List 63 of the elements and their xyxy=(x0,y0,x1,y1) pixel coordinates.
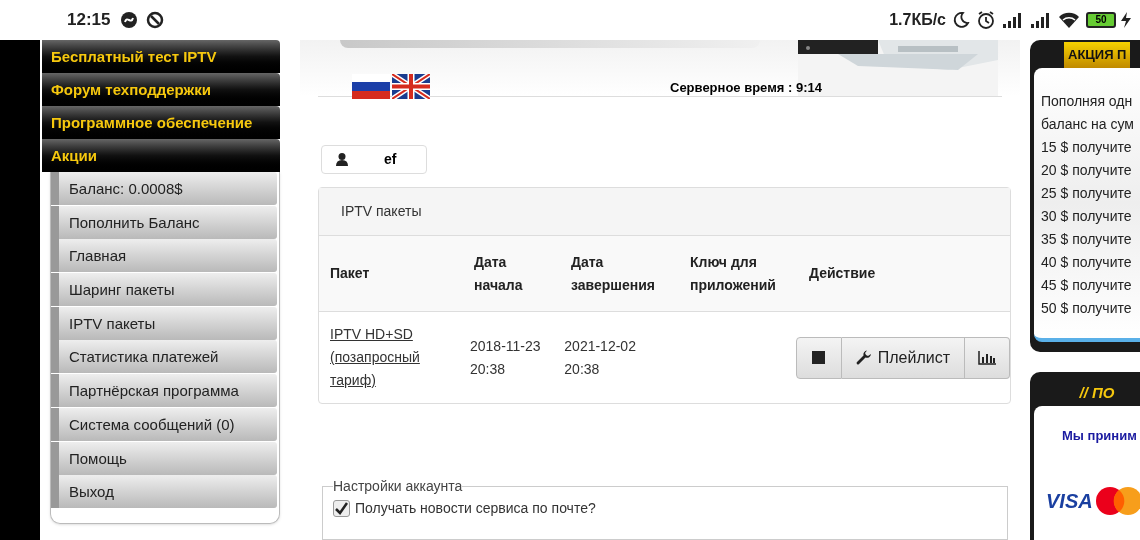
column-header: Дата завершения xyxy=(571,252,656,295)
wrench-icon xyxy=(855,349,872,366)
fieldset-legend: Настройки аккаунта xyxy=(333,476,463,497)
menu-link[interactable]: IPTV пакеты xyxy=(51,306,277,340)
british-flag-icon xyxy=(392,74,430,99)
notification-icon xyxy=(120,11,139,29)
menu-link[interactable]: Бесплатный тест IPTV xyxy=(42,40,280,73)
promo-text: 35 $ получите xyxy=(1041,230,1133,249)
promo-text: 25 $ получите xyxy=(1041,184,1133,203)
promo-text: 20 $ получите xyxy=(1041,161,1133,180)
stop-icon xyxy=(812,351,826,364)
bar-chart-icon xyxy=(978,350,996,365)
promo-text: 30 $ получите xyxy=(1041,207,1133,226)
menu-link[interactable]: Пополнить Баланс xyxy=(51,205,277,239)
table-cell-text: 2021-12-02 20:38 xyxy=(564,336,637,379)
promo-text: 15 $ получите xyxy=(1041,138,1133,157)
menu-link[interactable]: Форум техподдержки xyxy=(42,73,280,106)
stop-button[interactable] xyxy=(795,336,842,379)
promo-text: 50 $ получите xyxy=(1041,299,1133,318)
moon-icon xyxy=(952,11,970,29)
column-header: Ключ для приложений xyxy=(690,252,777,295)
payments-text: Мы приним xyxy=(1062,427,1138,445)
server-time: Серверное время : 9:14 xyxy=(670,79,822,97)
status-time: 12:15 xyxy=(67,9,111,32)
checkbox[interactable] xyxy=(333,500,350,517)
visa-logo: VISA xyxy=(1046,488,1093,514)
signal-icon xyxy=(1002,12,1024,28)
battery-indicator: 50 xyxy=(1086,12,1116,28)
menu-link[interactable]: Статистика платежей xyxy=(51,340,277,374)
check-icon xyxy=(335,502,348,515)
payments-title: // ПО xyxy=(1079,383,1115,403)
blocked-icon xyxy=(146,11,165,29)
checkbox-label: Получать новости сервиса по почте? xyxy=(355,499,596,518)
promo-text: 40 $ получите xyxy=(1041,253,1133,272)
alarm-icon xyxy=(976,10,996,30)
menu-link[interactable]: Программное обеспечение xyxy=(42,106,280,139)
mastercard-icon xyxy=(1094,485,1140,516)
table-cell-text: 2018-11-23 20:38 xyxy=(470,336,542,379)
charging-icon xyxy=(1120,11,1132,29)
promo-title: АКЦИЯ П xyxy=(1064,42,1131,68)
network-speed: 1.7КБ/с xyxy=(889,10,946,30)
menu-link[interactable]: Акции xyxy=(42,139,280,172)
playlist-button[interactable]: Плейлист xyxy=(841,336,965,379)
username: ef xyxy=(384,150,397,170)
promo-text: Пополняя одн xyxy=(1041,92,1134,111)
menu-link[interactable]: Шаринг пакеты xyxy=(51,273,277,307)
promo-text: 45 $ получите xyxy=(1041,276,1133,295)
wifi-icon xyxy=(1058,11,1080,29)
stats-button[interactable] xyxy=(965,336,1010,379)
panel-title: IPTV пакеты xyxy=(341,202,422,221)
column-header: Пакет xyxy=(330,264,371,283)
user-icon xyxy=(336,153,348,167)
menu-link[interactable]: Баланс: 0.0008$ xyxy=(51,172,277,205)
menu-link[interactable]: Партнёрская программа xyxy=(51,374,277,408)
menu-link[interactable]: Выход xyxy=(51,475,277,509)
column-header: Действие xyxy=(809,264,877,283)
signal-icon xyxy=(1030,12,1052,28)
menu-link[interactable]: Главная xyxy=(51,239,277,273)
menu-link[interactable]: Система сообщений (0) xyxy=(51,407,277,441)
column-header: Дата начала xyxy=(474,252,524,295)
menu-link[interactable]: Помощь xyxy=(51,441,277,475)
promo-text: баланс на сум xyxy=(1041,115,1135,134)
package-link[interactable]: IPTV HD+SD (позапросный тариф) xyxy=(330,323,440,392)
